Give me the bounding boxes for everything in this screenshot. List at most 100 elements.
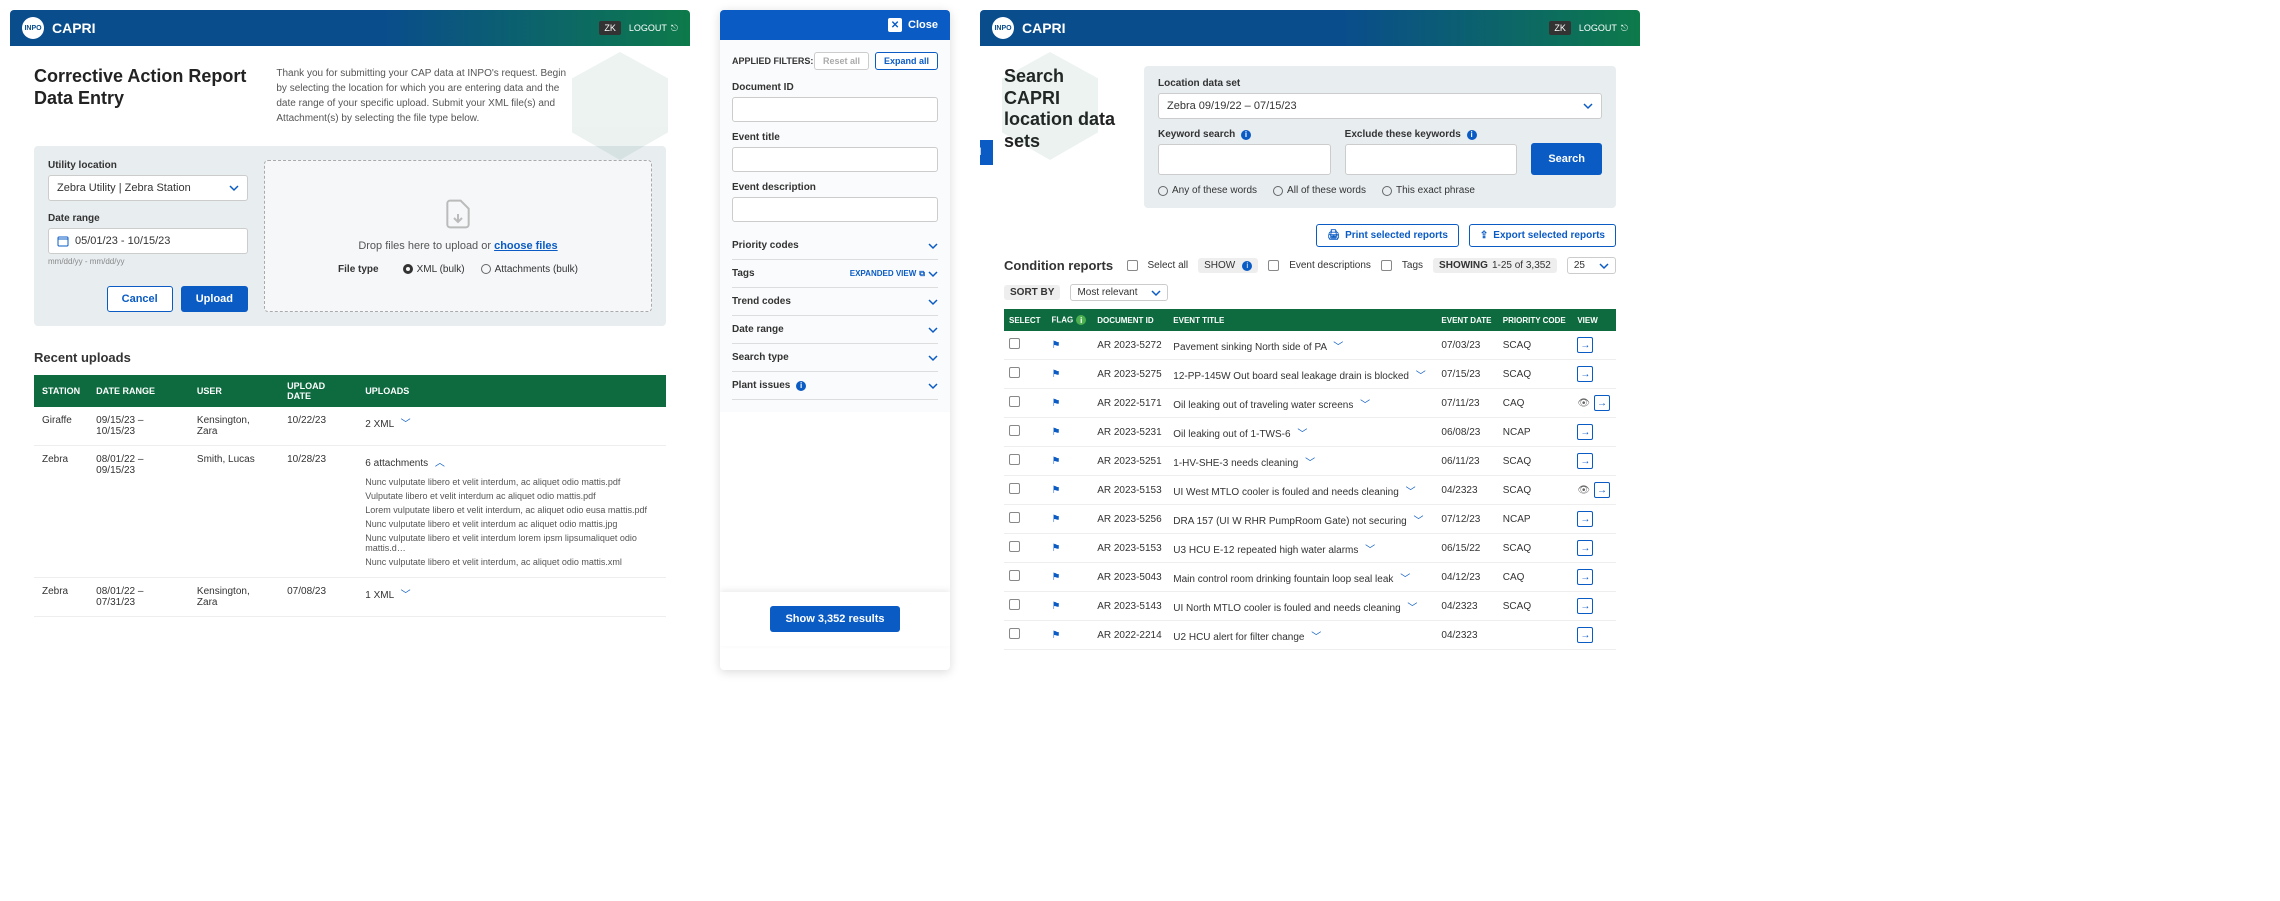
flag-icon[interactable]: ⚑ xyxy=(1051,340,1060,351)
view-button[interactable]: → xyxy=(1577,598,1593,614)
per-page-select[interactable]: 25 xyxy=(1567,257,1616,274)
expand-chevron-icon[interactable]: ﹀ xyxy=(1407,599,1417,614)
row-checkbox[interactable] xyxy=(1009,483,1020,494)
col-uploads: UPLOADS xyxy=(357,375,666,407)
expand-chevron-icon[interactable]: ﹀ xyxy=(1297,425,1307,440)
table-row: ⚑ AR 2022-5171 Oil leaking out of travel… xyxy=(1004,389,1616,418)
exclude-input[interactable] xyxy=(1345,144,1518,175)
tags-checkbox[interactable] xyxy=(1381,260,1392,271)
close-label[interactable]: Close xyxy=(908,19,938,31)
choose-files-link[interactable]: choose files xyxy=(494,240,558,252)
date-range-section[interactable]: Date range xyxy=(732,316,938,344)
row-checkbox[interactable] xyxy=(1009,396,1020,407)
event-desc-checkbox[interactable] xyxy=(1268,260,1279,271)
select-all-checkbox[interactable] xyxy=(1127,260,1138,271)
logout-button[interactable]: LOGOUT ⎋ xyxy=(1579,23,1628,34)
expand-chevron-icon[interactable]: ﹀ xyxy=(401,586,411,601)
flag-icon[interactable]: ⚑ xyxy=(1051,572,1060,583)
flag-icon[interactable]: ⚑ xyxy=(1051,369,1060,380)
trend-codes-section[interactable]: Trend codes xyxy=(732,288,938,316)
tags-section[interactable]: Tags EXPANDED VIEW ⧉ xyxy=(732,260,938,288)
flag-icon[interactable]: ⚑ xyxy=(1051,543,1060,554)
event-title-input[interactable] xyxy=(732,147,938,172)
expand-chevron-icon[interactable]: ﹀ xyxy=(1406,483,1416,498)
user-badge[interactable]: ZK xyxy=(599,21,621,35)
expanded-view-link[interactable]: EXPANDED VIEW xyxy=(850,269,917,278)
condition-reports-table: SELECT FLAGi DOCUMENT ID EVENT TITLE EVE… xyxy=(1004,309,1616,650)
row-checkbox[interactable] xyxy=(1009,367,1020,378)
row-checkbox[interactable] xyxy=(1009,338,1020,349)
flag-icon[interactable]: ⚑ xyxy=(1051,456,1060,467)
radio-any-words[interactable]: Any of these words xyxy=(1158,185,1257,196)
dropzone[interactable]: Drop files here to upload or choose file… xyxy=(264,160,652,312)
expand-chevron-icon[interactable]: ﹀ xyxy=(1333,338,1343,353)
date-range-input[interactable]: 05/01/23 - 10/15/23 xyxy=(48,228,248,254)
expand-chevron-icon[interactable]: ﹀ xyxy=(401,415,411,430)
info-icon: i xyxy=(1242,261,1252,271)
eye-icon[interactable]: 👁 xyxy=(1577,398,1590,409)
user-badge[interactable]: ZK xyxy=(1549,21,1571,35)
flag-icon[interactable]: ⚑ xyxy=(1051,601,1060,612)
row-checkbox[interactable] xyxy=(1009,570,1020,581)
row-checkbox[interactable] xyxy=(1009,425,1020,436)
expand-chevron-icon[interactable]: ﹀ xyxy=(1413,512,1423,527)
row-checkbox[interactable] xyxy=(1009,541,1020,552)
expand-chevron-icon[interactable]: ﹀ xyxy=(1365,541,1375,556)
view-button[interactable]: → xyxy=(1577,366,1593,382)
plant-issues-section[interactable]: Plant issues i xyxy=(732,372,938,400)
view-button[interactable]: → xyxy=(1594,482,1610,498)
row-checkbox[interactable] xyxy=(1009,512,1020,523)
flag-icon[interactable]: ⚑ xyxy=(1051,485,1060,496)
flag-icon[interactable]: ⚑ xyxy=(1051,630,1060,641)
row-checkbox[interactable] xyxy=(1009,628,1020,639)
utility-select[interactable]: Zebra Utility | Zebra Station xyxy=(48,175,248,201)
view-button[interactable]: → xyxy=(1577,453,1593,469)
expand-chevron-icon[interactable]: ﹀ xyxy=(1360,396,1370,411)
reset-all-button[interactable]: Reset all xyxy=(814,52,869,70)
export-reports-button[interactable]: ⇪Export selected reports xyxy=(1469,224,1616,247)
priority-codes-section[interactable]: Priority codes xyxy=(732,232,938,260)
upload-button[interactable]: Upload xyxy=(181,286,248,312)
row-checkbox[interactable] xyxy=(1009,454,1020,465)
sort-select[interactable]: Most relevant xyxy=(1070,284,1168,301)
attachment-item: Lorem vulputate libero et velit interdum… xyxy=(365,503,658,517)
doc-id-cell: AR 2023-5043 xyxy=(1092,563,1168,592)
view-button[interactable]: → xyxy=(1577,424,1593,440)
expand-chevron-icon[interactable]: ︿ xyxy=(435,454,445,469)
radio-exact-phrase[interactable]: This exact phrase xyxy=(1382,185,1475,196)
view-button[interactable]: → xyxy=(1577,569,1593,585)
show-results-button[interactable]: Show 3,352 results xyxy=(770,606,899,632)
flag-icon[interactable]: ⚑ xyxy=(1051,514,1060,525)
search-button[interactable]: Search xyxy=(1531,143,1602,175)
expand-all-button[interactable]: Expand all xyxy=(875,52,938,70)
view-button[interactable]: → xyxy=(1577,511,1593,527)
doc-id-input[interactable] xyxy=(732,97,938,122)
expand-chevron-icon[interactable]: ﹀ xyxy=(1311,628,1321,643)
eye-icon[interactable]: 👁 xyxy=(1577,485,1590,496)
flag-icon[interactable]: ⚑ xyxy=(1051,398,1060,409)
view-button[interactable]: → xyxy=(1577,540,1593,556)
view-button[interactable]: → xyxy=(1577,337,1593,353)
event-desc-input[interactable] xyxy=(732,197,938,222)
radio-xml[interactable]: XML (bulk) xyxy=(403,264,465,275)
radio-attachments[interactable]: Attachments (bulk) xyxy=(481,264,578,275)
close-icon[interactable]: ✕ xyxy=(888,18,902,32)
radio-all-words[interactable]: All of these words xyxy=(1273,185,1366,196)
expand-chevron-icon[interactable]: ﹀ xyxy=(1416,367,1426,382)
expand-chevron-icon[interactable]: ﹀ xyxy=(1305,454,1315,469)
row-checkbox[interactable] xyxy=(1009,599,1020,610)
expand-filter-panel-tab[interactable]: ☰ Expand filter panel xyxy=(980,140,993,165)
doc-id-cell: AR 2023-5153 xyxy=(1092,476,1168,505)
flag-icon[interactable]: ⚑ xyxy=(1051,427,1060,438)
view-button[interactable]: → xyxy=(1577,627,1593,643)
keyword-input[interactable] xyxy=(1158,144,1331,175)
view-button[interactable]: → xyxy=(1594,395,1610,411)
col-flag[interactable]: FLAGi xyxy=(1046,309,1092,331)
print-reports-button[interactable]: 🖨Print selected reports xyxy=(1316,224,1459,247)
logout-button[interactable]: LOGOUT ⎋ xyxy=(629,23,678,34)
radio-dot-icon xyxy=(1158,186,1168,196)
cancel-button[interactable]: Cancel xyxy=(107,286,173,312)
location-dataset-select[interactable]: Zebra 09/19/22 – 07/15/23 xyxy=(1158,93,1602,119)
search-type-section[interactable]: Search type xyxy=(732,344,938,372)
expand-chevron-icon[interactable]: ﹀ xyxy=(1400,570,1410,585)
